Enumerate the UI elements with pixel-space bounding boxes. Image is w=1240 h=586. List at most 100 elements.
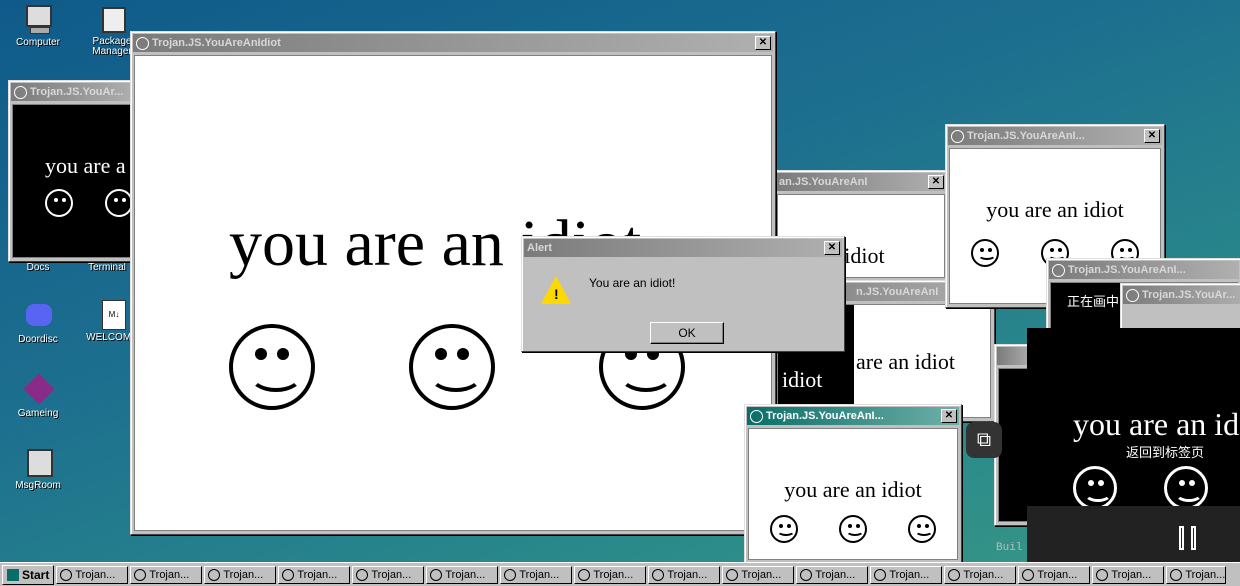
pip-control-bar [1027,506,1240,566]
taskbar-button[interactable]: Trojan... [796,565,869,584]
smiley-icon [409,324,495,410]
message-text: are an idiot [856,349,955,374]
taskbar-button[interactable]: Trojan... [870,565,943,584]
smiley-icon [838,515,867,543]
smiley-icon [208,568,221,581]
title-bar[interactable]: Trojan.JS.YouAreAnI... ✕ [747,407,959,425]
smiley-icon [105,189,133,217]
smiley-icon [1096,568,1109,581]
smiley-icon [951,129,964,143]
computer-icon [22,3,54,35]
desktop-icon-terminal[interactable]: Terminal [87,262,127,273]
smiley-icon [1022,568,1035,581]
taskbar-button[interactable]: Trojan... [1092,565,1165,584]
smiley-icon [14,85,27,99]
title-bar[interactable]: Trojan.JS.YouAr... [11,83,137,101]
close-button[interactable]: ✕ [941,409,957,423]
icon-label: Docs [26,262,50,273]
title-bar[interactable]: Alert ✕ [524,239,842,257]
desktop-icon-doordisc[interactable]: Doordisc [3,300,73,345]
title-bar[interactable]: Trojan.JS.YouAreAnI... [1049,261,1239,279]
message-text: you are an idiot [784,477,922,502]
pause-icon[interactable] [1177,526,1201,552]
taskbar-button[interactable]: Trojan... [426,565,499,584]
idiot-window-left[interactable]: Trojan.JS.YouAr... you are a [8,80,140,262]
desktop-icon-gameing[interactable]: Gameing [3,373,73,419]
taskbar-button[interactable]: Trojan... [722,565,795,584]
smiley-icon [652,568,665,581]
smiley-icon [356,568,369,581]
smiley-icon [578,568,591,581]
taskbar-button[interactable]: Trojan... [56,565,129,584]
window-title: Trojan.JS.YouAreAnI... [766,410,884,422]
ok-button[interactable]: OK [650,322,724,344]
title-bar[interactable]: Trojan.JS.YouAreAnIdiot ✕ [133,34,773,52]
taskbar-button[interactable]: Trojan... [278,565,351,584]
smiley-icon [60,568,73,581]
return-to-tab-text[interactable]: 返回到标签页 [1126,442,1204,461]
icon-label: Computer [16,37,60,48]
window-body: you are an idiot [748,428,958,560]
taskbar-button[interactable]: Trojan... [204,565,277,584]
alert-title: Alert [527,242,553,254]
window-title: Trojan.JS.YouAr... [1142,289,1236,301]
title-bar[interactable]: Trojan.JS.YouAr... [1123,286,1240,304]
close-button[interactable]: ✕ [824,241,840,255]
desktop-icon-computer[interactable]: Computer [3,3,73,48]
markdown-file-icon: M↓ [96,298,128,330]
alert-message: You are an idiot! [589,276,676,290]
window-body: you are a [12,104,136,258]
alert-body: ! You are an idiot! OK [525,260,841,348]
pip-overlay[interactable]: you are an idiot 返回到标签页 [1027,328,1240,566]
picture-in-picture-icon[interactable]: ⧉ [966,422,1002,458]
desktop-icon-docs[interactable]: Docs [3,262,73,273]
close-button[interactable]: ✕ [1144,129,1160,143]
start-label: Start [22,567,50,582]
icon-label: Terminal [88,262,126,273]
taskbar-button[interactable]: Trojan... [352,565,425,584]
package-icon [96,3,128,35]
title-bar[interactable]: an.JS.YouAreAnI ✕ [776,173,946,191]
title-bar[interactable]: Trojan.JS.YouAreAnI... ✕ [948,127,1162,145]
smiley-icon [726,568,739,581]
cube-icon [22,373,55,406]
icon-label: MsgRoom [15,480,61,491]
taskbar-button[interactable]: Trojan... [648,565,721,584]
close-button[interactable]: ✕ [755,36,771,50]
taskbar-button[interactable]: Trojan... [500,565,573,584]
taskbar-button[interactable]: Trojan... [130,565,203,584]
window-title: Trojan.JS.YouAreAnIdiot [152,37,281,49]
warning-icon-mark: ! [554,286,559,302]
window-title: Trojan.JS.YouAreAnI... [967,130,1085,142]
taskbar-button[interactable]: Trojan... [944,565,1017,584]
smiley-icon [874,568,887,581]
window-title: Trojan.JS.YouAreAnI... [1068,264,1186,276]
discord-icon [22,300,54,332]
idiot-window-active[interactable]: Trojan.JS.YouAreAnI... ✕ you are an idiot [744,404,962,564]
smiley-icon [504,568,517,581]
smiley-icon [769,515,798,543]
smiley-icon [908,515,937,543]
smiley-icon [229,324,315,410]
start-button[interactable]: Start [2,564,55,585]
build-text: Buil [996,542,1023,554]
message-text: you are an idiot [1073,406,1240,442]
close-button[interactable]: ✕ [928,175,944,189]
icon-label: Doordisc [18,334,58,345]
smiley-row [749,515,957,543]
alert-dialog[interactable]: Alert ✕ ! You are an idiot! OK [521,236,845,352]
message-text: you are a [45,153,126,178]
overlay-title: 正在画中 [1067,294,1120,309]
smiley-icon [1170,568,1183,581]
taskbar-button[interactable]: Trojan... [1166,565,1227,584]
smiley-icon [1073,466,1117,510]
desktop-icon-msgroom[interactable]: MsgRoom [3,446,73,491]
message-text: you are an idiot [986,197,1124,222]
taskbar-button[interactable]: Trojan... [574,565,647,584]
message-text: idiot [782,367,823,392]
icon-label: Gameing [17,408,59,419]
taskbar: Start Trojan... Trojan... Trojan... Troj… [0,562,1240,586]
smiley-icon [971,239,999,267]
taskbar-button[interactable]: Trojan... [1018,565,1091,584]
smiley-icon [750,409,763,423]
